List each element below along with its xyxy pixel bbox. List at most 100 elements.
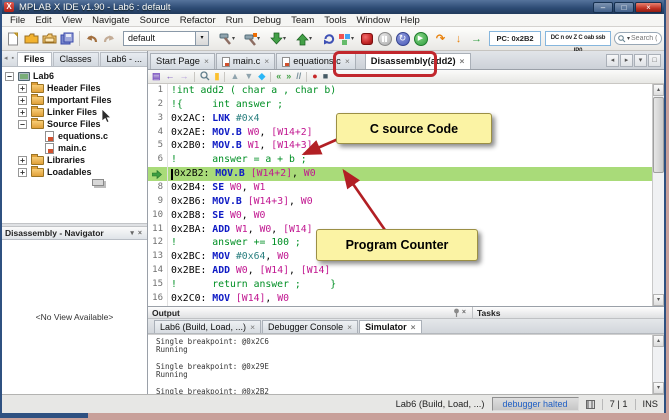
menu-item-navigate[interactable]: Navigate <box>87 15 135 26</box>
run-to-cursor-icon[interactable]: → <box>468 30 485 47</box>
new-project-icon[interactable] <box>23 30 40 47</box>
search-input[interactable] <box>631 35 658 42</box>
close-button[interactable] <box>635 1 662 13</box>
editor-scrollbar[interactable] <box>652 84 664 306</box>
code-line-9[interactable]: 9 0x2B6: MOV.B [W14+3], W0 <box>148 194 664 209</box>
tree-item-important-files[interactable]: + Important Files <box>2 93 147 106</box>
back-icon[interactable] <box>166 72 175 81</box>
gutter-line-8[interactable]: 8 <box>148 181 168 195</box>
scroll-tabs-left-icon[interactable] <box>606 54 619 67</box>
project-config-select[interactable]: default <box>123 31 209 46</box>
gutter-line-14[interactable]: 14 <box>148 264 168 279</box>
redo-icon[interactable] <box>101 30 118 47</box>
menu-item-tools[interactable]: Tools <box>319 15 351 26</box>
tree-item-loadables[interactable]: + Loadables <box>2 165 147 178</box>
stop-macro-icon[interactable] <box>323 72 328 81</box>
menu-item-file[interactable]: File <box>5 15 30 26</box>
new-file-icon[interactable] <box>5 30 22 47</box>
sidebar-tab-classes[interactable]: Classes <box>52 52 99 66</box>
shift-left-icon[interactable] <box>276 72 281 81</box>
save-all-icon[interactable] <box>59 30 76 47</box>
comment-icon[interactable] <box>296 72 301 81</box>
gutter-line-5[interactable]: 5 <box>148 139 168 154</box>
editor-tab-disassembly-add2[interactable]: Disassembly(add2) × <box>364 53 471 69</box>
tree-item-lab6[interactable]: − Lab6 <box>2 70 147 82</box>
menu-item-help[interactable]: Help <box>395 15 425 26</box>
expander-icon[interactable]: + <box>18 95 27 105</box>
tasks-header[interactable]: Tasks <box>473 307 664 319</box>
maximize-editor-icon[interactable] <box>648 54 661 67</box>
menu-item-refactor[interactable]: Refactor <box>175 15 221 26</box>
tree-item-source-files[interactable]: − Source Files <box>2 117 147 130</box>
code-line-8[interactable]: 8 0x2B4: SE W0, W1 <box>148 181 664 195</box>
sidebar-tab-files[interactable]: Files <box>17 52 52 66</box>
expander-icon[interactable]: − <box>5 71 14 81</box>
pin-icon[interactable] <box>453 308 460 317</box>
reset-icon[interactable] <box>394 30 411 47</box>
tree-item-libraries[interactable]: + Libraries <box>2 153 147 166</box>
minimize-panel-icon[interactable] <box>128 229 136 237</box>
gutter-line-13[interactable]: 13 <box>148 250 168 265</box>
expander-icon[interactable]: + <box>18 107 27 117</box>
tree-item-main-c[interactable]: main.c <box>2 142 147 154</box>
find-icon[interactable] <box>199 68 210 86</box>
code-line-10[interactable]: 10 0x2B8: SE W0, W0 <box>148 208 664 223</box>
close-tab-icon[interactable]: × <box>250 323 255 332</box>
gutter-line-12[interactable]: 12 <box>148 236 168 251</box>
start-macro-icon[interactable] <box>312 72 317 81</box>
expander-icon[interactable]: + <box>18 167 27 177</box>
code-line-14[interactable]: 14 0x2BE: ADD W0, [W14], [W14] <box>148 264 664 279</box>
search-box[interactable] <box>614 32 662 45</box>
menu-item-edit[interactable]: Edit <box>30 15 56 26</box>
code-line-1[interactable]: 1 !int add2 ( char a , char b) <box>148 84 664 98</box>
tree-item-equations-c[interactable]: equations.c <box>2 130 147 142</box>
output-scrollbar[interactable] <box>652 335 664 394</box>
menu-item-view[interactable]: View <box>57 15 87 26</box>
close-tab-icon[interactable]: × <box>411 323 416 332</box>
scroll-down-icon[interactable] <box>653 294 664 306</box>
menu-item-window[interactable]: Window <box>351 15 395 26</box>
close-tab-icon[interactable]: × <box>264 57 269 66</box>
tree-item-header-files[interactable]: + Header Files <box>2 81 147 94</box>
scroll-down-icon[interactable] <box>653 382 664 394</box>
gutter-line-2[interactable]: 2 <box>148 97 168 112</box>
editor-tab-equations-c[interactable]: equations.c × <box>276 53 356 69</box>
gutter-line-4[interactable]: 4 <box>148 125 168 140</box>
code-line-16[interactable]: 16 0x2C0: MOV [W14], W0 <box>148 291 664 306</box>
tab-list-icon[interactable] <box>634 54 647 67</box>
continue-icon[interactable] <box>412 30 429 47</box>
refresh-debug-icon[interactable] <box>320 30 337 47</box>
step-into-icon[interactable]: ↓ <box>450 30 467 47</box>
sidebar-tab-lab6[interactable]: Lab6 - ... <box>99 52 147 66</box>
close-tab-icon[interactable]: × <box>345 57 350 66</box>
pause-icon[interactable] <box>376 30 393 47</box>
gutter-line-6[interactable]: 6 <box>148 153 168 168</box>
gutter-line-15[interactable]: 15 <box>148 278 168 292</box>
expander-icon[interactable]: + <box>18 155 27 165</box>
shift-right-icon[interactable] <box>286 72 291 81</box>
menu-item-source[interactable]: Source <box>135 15 175 26</box>
gutter-line-11[interactable]: 11 <box>148 222 168 237</box>
undo-icon[interactable] <box>83 30 100 47</box>
finish-debugger-session-icon[interactable] <box>358 30 375 47</box>
editor-tab-main-c[interactable]: main.c × <box>215 53 276 69</box>
gutter-line-9[interactable]: 9 <box>148 194 168 209</box>
scroll-tabs-right-icon[interactable] <box>620 54 633 67</box>
tree-item-linker-files[interactable]: + Linker Files <box>2 105 147 118</box>
code-line-7[interactable]: 0x2B2: MOV.B [W14+2], W0 <box>148 167 664 182</box>
maximize-button[interactable] <box>614 1 634 13</box>
output-tab-simulator[interactable]: Simulator × <box>359 320 422 333</box>
toggle-highlight-icon[interactable] <box>215 72 220 81</box>
menu-item-debug[interactable]: Debug <box>248 15 286 26</box>
dock-left-icon[interactable] <box>2 52 10 66</box>
output-tab-lab6-build-load[interactable]: Lab6 (Build, Load, ...) × <box>154 320 262 333</box>
close-tab-icon[interactable]: × <box>347 323 352 332</box>
gutter-line-7[interactable] <box>148 167 168 182</box>
step-over-icon[interactable]: ↷ <box>432 30 449 47</box>
scroll-up-icon[interactable] <box>653 335 664 347</box>
close-panel-icon[interactable] <box>136 230 144 237</box>
gutter-line-10[interactable]: 10 <box>148 208 168 223</box>
scroll-up-icon[interactable] <box>653 84 664 96</box>
next-bookmark-icon[interactable] <box>244 72 253 81</box>
code-line-15[interactable]: 15! return answer ; } <box>148 278 664 292</box>
